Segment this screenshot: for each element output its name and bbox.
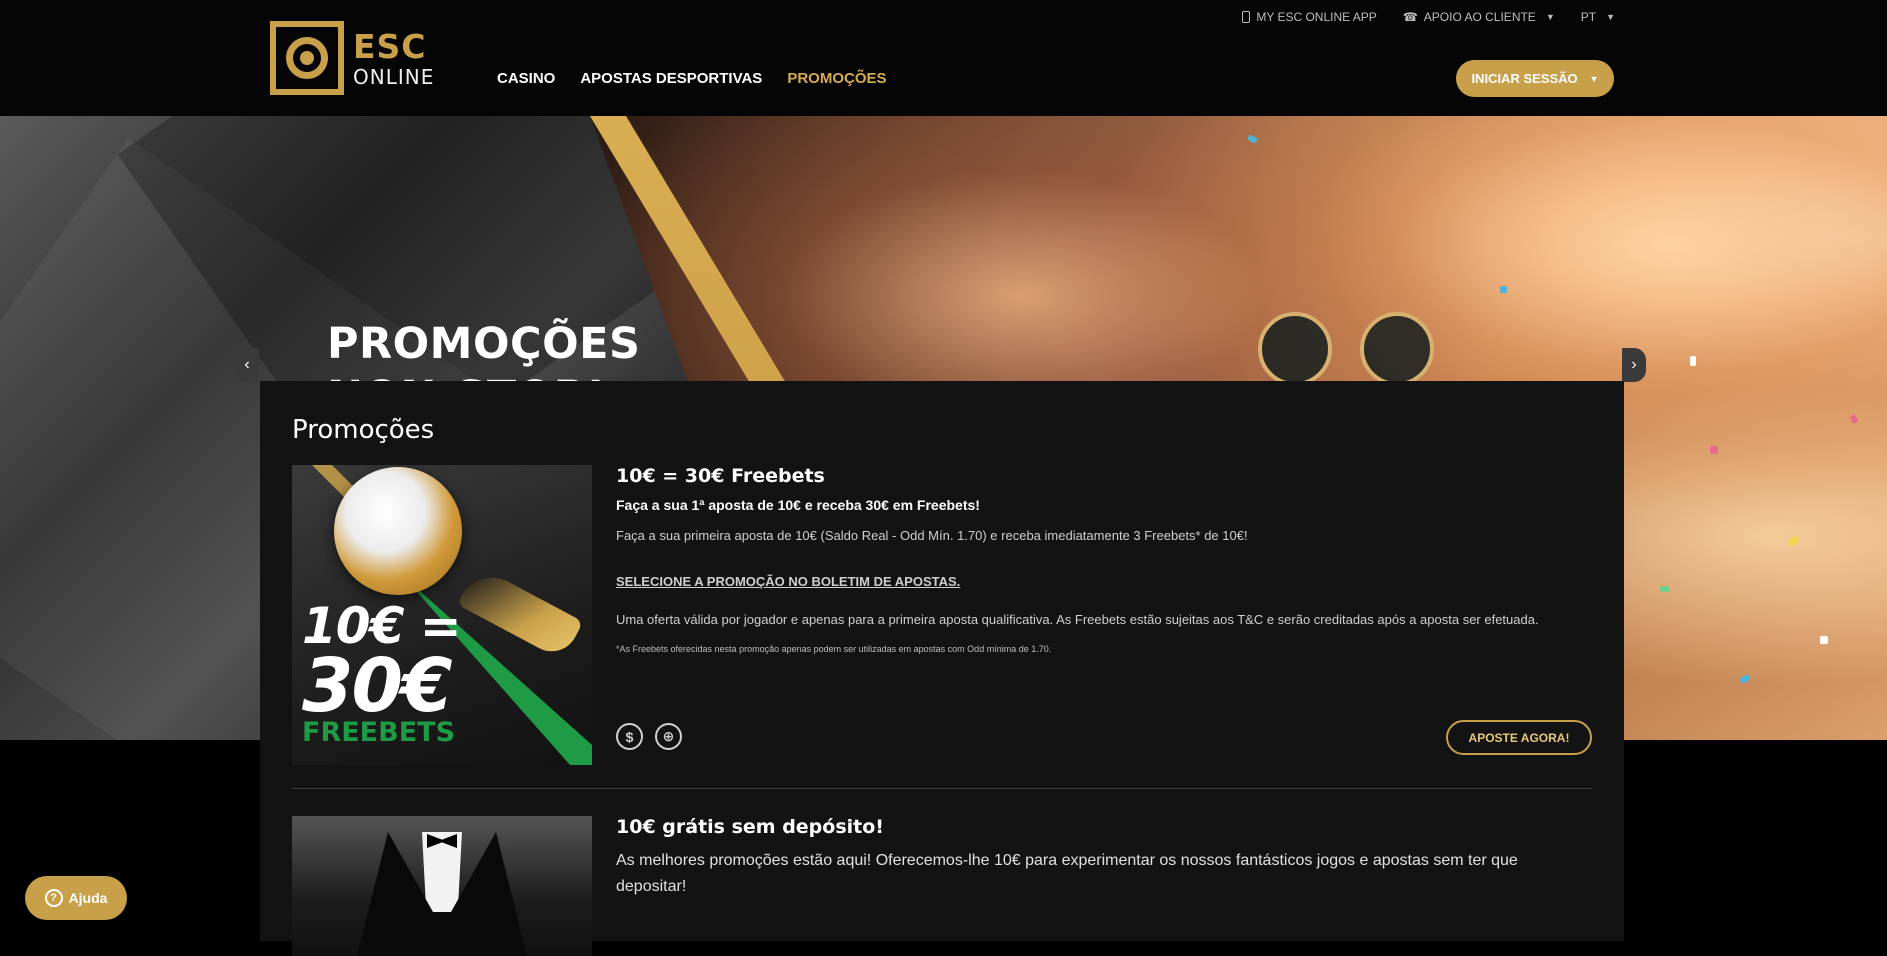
football-icon [334,467,462,595]
promo-card: 10€ = 30€ FREEBETS 10€ = 30€ Freebets Fa… [292,465,1592,765]
promo-image-freebets[interactable]: 10€ = 30€ FREEBETS [292,465,592,765]
carousel-next-button[interactable]: › [1622,348,1646,382]
promo-footnote: *As Freebets oferecidas nesta promoção a… [616,644,1052,654]
divider [292,788,1592,789]
support-dropdown[interactable]: ☎ APOIO AO CLIENTE ▼ [1403,10,1555,24]
sunglasses-decoration [1258,312,1434,386]
app-link-label: MY ESC ONLINE APP [1256,10,1377,24]
chevron-down-icon: ▼ [1589,73,1599,84]
promo-paragraph: As melhores promoções estão aqui! Oferec… [616,852,1518,895]
confetti [1710,446,1718,454]
promotions-title: Promoções [292,415,435,445]
site-header: ESC ONLINE CASINO APOSTAS DESPORTIVAS PR… [0,0,1887,116]
my-esc-online-app-link[interactable]: MY ESC ONLINE APP [1242,10,1377,24]
chevron-down-icon: ▼ [1606,12,1615,22]
logo-mark-icon [270,21,344,95]
bet-now-button[interactable]: APOSTE AGORA! [1446,720,1592,755]
chevron-right-icon: › [1631,356,1637,373]
promo-select-link[interactable]: SELECIONE A PROMOÇÃO NO BOLETIM DE APOST… [616,574,1592,589]
basketball-icon: ⊕ [655,723,682,750]
promo-paragraph: Faça a sua primeira aposta de 10€ (Saldo… [616,528,1248,543]
hero-title-line1: PROMOÇÕES [327,319,641,369]
nav-casino[interactable]: CASINO [497,70,555,87]
language-label: PT [1580,10,1597,24]
language-selector[interactable]: PT ▼ [1581,10,1615,24]
nav-promocoes[interactable]: PROMOÇÕES [787,70,886,87]
promo-subheading: Faça a sua 1ª aposta de 10€ e receba 30€… [616,497,980,513]
confetti [1500,286,1507,293]
main-nav: CASINO APOSTAS DESPORTIVAS PROMOÇÕES [497,70,887,87]
login-label: INICIAR SESSÃO [1471,71,1578,86]
promo-image-tuxedo[interactable] [292,816,592,956]
support-label: APOIO AO CLIENTE [1423,10,1536,24]
promo-body: 10€ grátis sem depósito! As melhores pro… [616,816,1592,928]
logo-text-esc: ESC [353,26,427,66]
confetti [1660,586,1669,592]
promo-body: 10€ = 30€ Freebets Faça a sua 1ª aposta … [616,465,1592,654]
help-label: Ajuda [68,890,108,906]
casino-chip-icon: $ [616,723,643,750]
headset-icon: ☎ [1402,10,1418,24]
confetti [1690,356,1696,366]
promotions-panel: Promoções 10€ = 30€ FREEBETS 10€ = 30€ F… [260,381,1624,956]
login-button[interactable]: INICIAR SESSÃO ▼ [1456,60,1614,97]
carousel-prev-button[interactable]: ‹ [235,348,259,382]
confetti [1820,636,1828,644]
chevron-left-icon: ‹ [244,356,250,373]
promo-heading: 10€ = 30€ Freebets [616,465,825,487]
promo-card: 10€ grátis sem depósito! As melhores pro… [292,816,1592,956]
esc-online-logo[interactable]: ESC ONLINE [270,21,434,95]
top-links: MY ESC ONLINE APP ☎ APOIO AO CLIENTE ▼ P… [1242,10,1615,24]
phone-icon [1242,11,1251,23]
nav-apostas-desportivas[interactable]: APOSTAS DESPORTIVAS [580,70,762,87]
help-icon: ? [44,889,63,907]
promo-category-icons: $ ⊕ [616,723,682,750]
promo-paragraph: Uma oferta válida por jogador e apenas p… [616,612,1539,627]
promo-image-text-3: FREEBETS [302,717,456,748]
chevron-down-icon: ▼ [1545,12,1555,22]
help-button[interactable]: ? Ajuda [25,876,127,920]
logo-text-online: ONLINE [353,64,435,89]
promo-heading: 10€ grátis sem depósito! [616,816,884,838]
